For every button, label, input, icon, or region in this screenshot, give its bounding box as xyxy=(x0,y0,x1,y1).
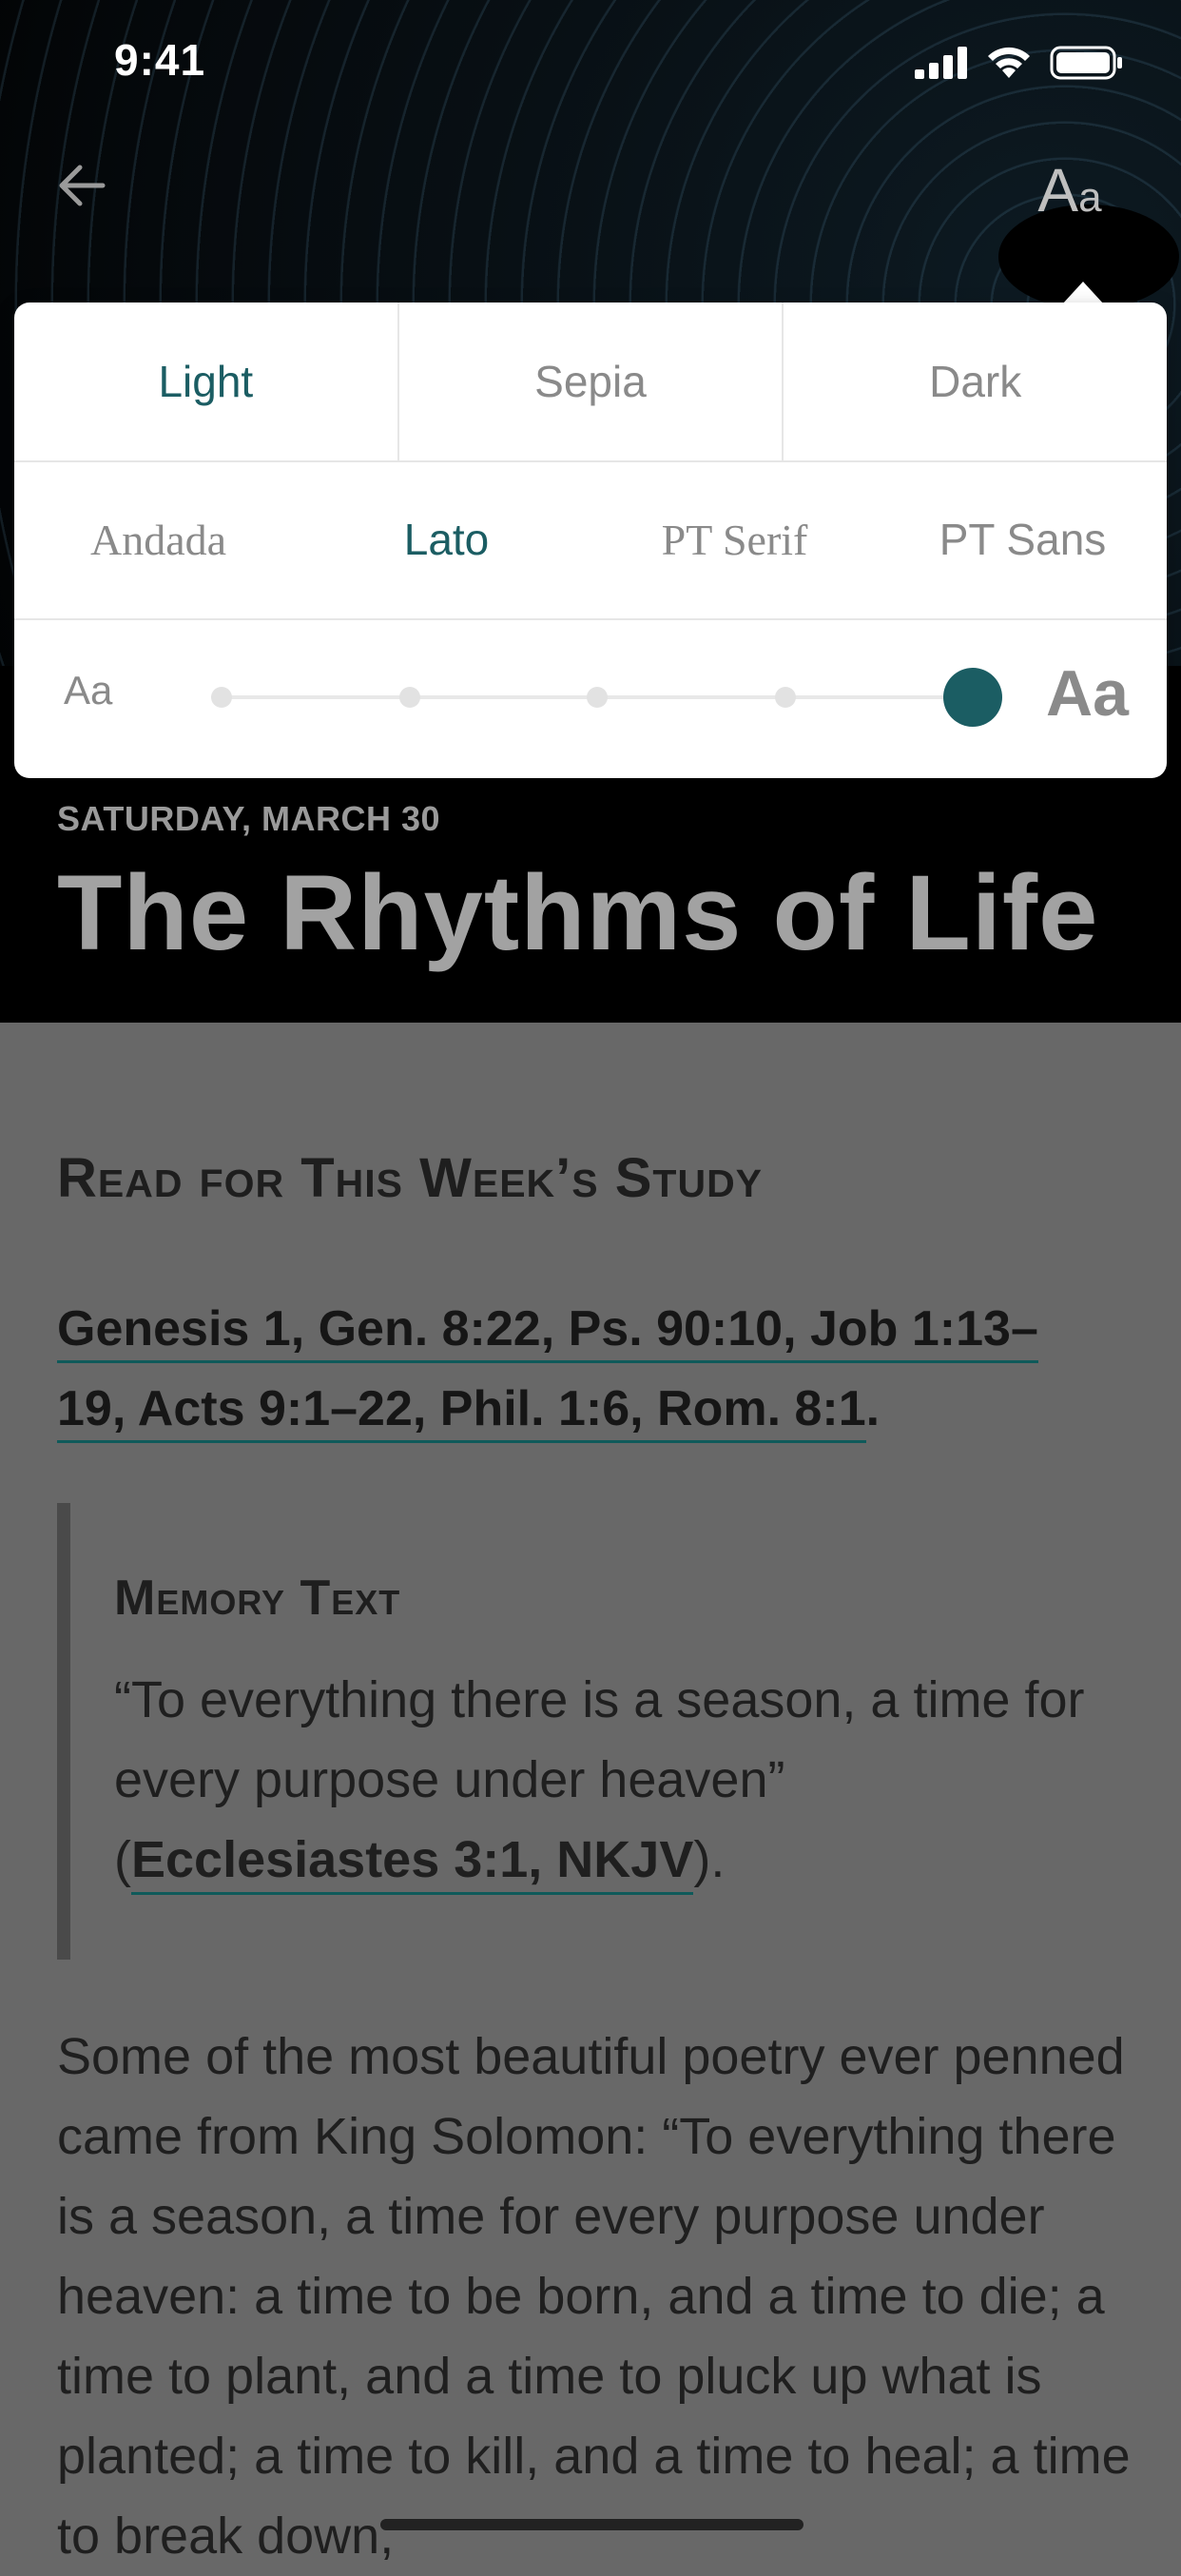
font-option-andada[interactable]: Andada xyxy=(14,460,302,618)
font-option-lato[interactable]: Lato xyxy=(302,460,590,618)
status-time: 9:41 xyxy=(114,35,206,85)
appearance-popover: Light Sepia Dark Andada Lato PT Serif PT… xyxy=(14,302,1167,778)
font-option-pt-sans[interactable]: PT Sans xyxy=(879,460,1167,618)
font-size-slider-tick[interactable] xyxy=(587,687,608,708)
font-settings-big-letter: A xyxy=(1037,156,1079,224)
theme-option-light[interactable]: Light xyxy=(14,302,399,460)
memory-reference-link[interactable]: Ecclesiastes 3:1, NKJV xyxy=(130,1831,694,1895)
font-size-slider-thumb[interactable] xyxy=(943,668,1002,727)
reference-link-line-1[interactable]: Genesis 1, Gen. 8:22, Ps. 90:10, Job 1:1… xyxy=(57,1301,1038,1363)
page-title: The Rhythms of Life xyxy=(57,853,1099,972)
lesson-body-text: Some of the most beautiful poetry ever p… xyxy=(57,2028,1131,2565)
font-size-large-label: Aa xyxy=(1046,657,1129,730)
font-size-slider-tick[interactable] xyxy=(774,687,796,708)
memory-text-box: Memory Text “To everything there is a se… xyxy=(57,1503,1135,1960)
font-option-pt-serif[interactable]: PT Serif xyxy=(590,460,879,618)
theme-selector: Light Sepia Dark xyxy=(14,302,1167,462)
open-paren: ( xyxy=(114,1831,131,1888)
lesson-date: SATURDAY, MARCH 30 xyxy=(57,799,441,838)
memory-text-quote: “To everything there is a season, a time… xyxy=(114,1660,1122,1900)
back-button[interactable] xyxy=(49,152,116,219)
font-size-control: Aa Aa xyxy=(14,618,1167,778)
battery-icon xyxy=(1050,46,1122,80)
font-settings-button[interactable]: Aa xyxy=(998,143,1141,247)
section-heading: Read for This Week’s Study xyxy=(57,1147,764,1209)
popover-arrow xyxy=(1062,282,1104,304)
home-indicator[interactable] xyxy=(380,2519,803,2530)
font-size-slider-tick[interactable] xyxy=(398,687,420,708)
font-settings-small-letter: a xyxy=(1078,174,1102,221)
scripture-references: Genesis 1, Gen. 8:22, Ps. 90:10, Job 1:1… xyxy=(57,1289,1122,1449)
reference-link-line-2[interactable]: 19, Acts 9:1–22, Phil. 1:6, Rom. 8:1 xyxy=(57,1381,866,1443)
memory-quote: “To everything there is a season, a time… xyxy=(114,1671,1085,1808)
reference-period: . xyxy=(865,1381,881,1436)
theme-option-sepia[interactable]: Sepia xyxy=(399,302,784,460)
close-paren: ). xyxy=(693,1831,726,1888)
font-selector: Andada Lato PT Serif PT Sans xyxy=(14,460,1167,620)
font-size-slider-tick[interactable] xyxy=(211,687,232,708)
cellular-signal-icon xyxy=(915,47,967,79)
status-bar: 9:41 xyxy=(0,0,1181,133)
arrow-left-icon xyxy=(59,165,106,206)
memory-text-title: Memory Text xyxy=(114,1571,401,1626)
wifi-icon xyxy=(988,47,1030,78)
theme-option-dark[interactable]: Dark xyxy=(784,302,1167,460)
font-size-small-label: Aa xyxy=(64,668,113,712)
status-icons xyxy=(915,46,1124,80)
